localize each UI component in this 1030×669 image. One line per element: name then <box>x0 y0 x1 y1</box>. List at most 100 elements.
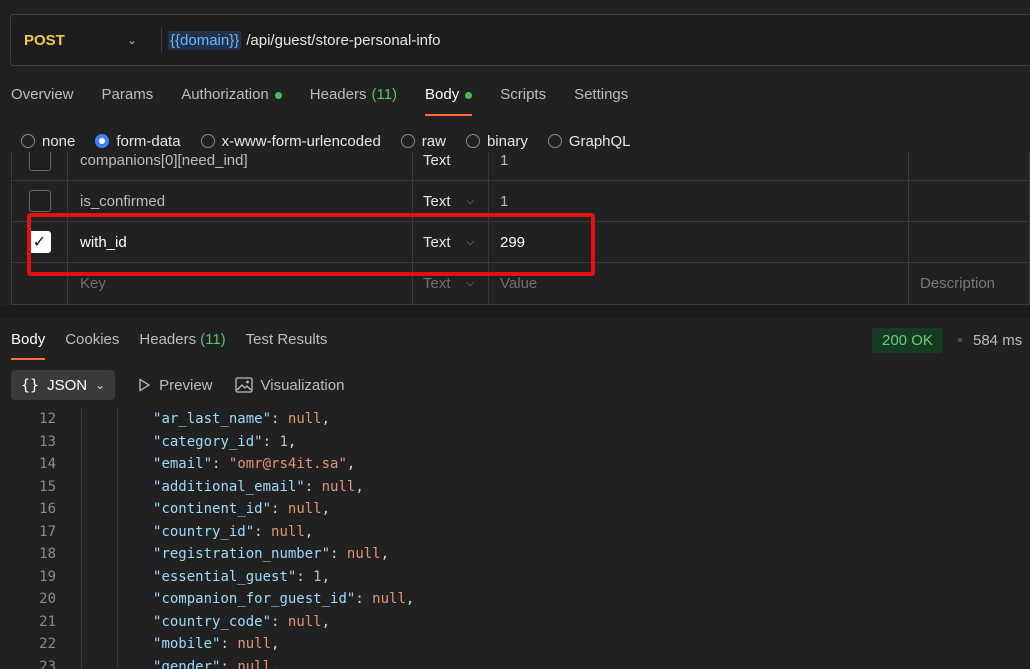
code-line: 16 "continent_id": null, <box>0 498 1030 521</box>
json-key: "additional_email" <box>153 478 305 495</box>
tab-scripts[interactable]: Scripts <box>500 86 546 116</box>
response-tabs: Body Cookies Headers (11) Test Results <box>11 331 347 360</box>
tab-label: Test Results <box>245 331 328 348</box>
tab-response-headers[interactable]: Headers (11) <box>139 331 225 360</box>
body-type-urlencoded[interactable]: x-www-form-urlencoded <box>200 133 381 150</box>
row-checkbox[interactable] <box>28 190 51 212</box>
braces-icon: {} <box>21 376 40 394</box>
code-text: "category_id": 1, <box>153 433 297 450</box>
description-cell[interactable] <box>909 181 1029 221</box>
line-number: 12 <box>39 411 56 428</box>
response-body-code[interactable]: 12 "ar_last_name": null, 13 "category_id": … <box>0 408 1030 669</box>
body-type-binary[interactable]: binary <box>465 132 528 150</box>
code-line: 12 "ar_last_name": null, <box>0 408 1030 431</box>
table-row: companions[0][need_ind] Text 1 <box>12 152 1029 181</box>
radio-button[interactable] <box>21 134 35 148</box>
tab-authorization[interactable]: Authorization <box>181 86 282 116</box>
json-value: null <box>346 546 381 563</box>
visualization-label: Visualization <box>260 376 345 394</box>
json-key: "continent_id" <box>153 501 272 518</box>
tab-response-body[interactable]: Body <box>11 331 46 360</box>
format-select[interactable]: {} JSON ⌄ <box>11 370 116 400</box>
url-input[interactable]: {{domain}} /api/guest/store-personal-inf… <box>168 30 441 50</box>
code-text: "mobile": null, <box>153 636 280 653</box>
radio-button[interactable] <box>200 134 215 148</box>
code-line: 21 "country_code": null, <box>0 611 1030 634</box>
code-line: 15 "additional_email": null, <box>0 476 1030 499</box>
line-number: 15 <box>39 478 56 495</box>
radio-button[interactable] <box>400 134 415 148</box>
radio-button[interactable] <box>547 134 562 148</box>
json-key: "gender" <box>153 658 221 669</box>
play-icon <box>139 378 151 392</box>
json-value: "omr@rs4it.sa" <box>228 456 347 473</box>
radio-label: binary <box>486 132 528 150</box>
line-number: 16 <box>39 501 56 518</box>
line-number: 21 <box>39 613 56 630</box>
code-text: "essential_guest": 1, <box>153 568 331 585</box>
json-value: null <box>271 523 305 540</box>
tab-headers[interactable]: Headers (11) <box>310 86 397 116</box>
status-badge[interactable]: 200 OK <box>872 328 943 353</box>
response-view-toolbar: {} JSON ⌄ Preview Visualization <box>11 370 344 400</box>
key-cell[interactable]: companions[0][need_ind] <box>68 152 413 180</box>
tab-count: (11) <box>200 331 226 348</box>
url-variable[interactable]: {{domain}} <box>168 30 242 50</box>
row-checkbox[interactable] <box>28 152 51 171</box>
description-cell[interactable] <box>909 222 1029 262</box>
request-tabs: Overview Params Authorization Headers (11… <box>11 86 656 116</box>
tab-label: Overview <box>11 86 74 103</box>
indicator-dot <box>274 92 282 99</box>
json-key: "country_code" <box>153 613 272 630</box>
method-select[interactable]: POST ⌄ <box>11 32 161 49</box>
json-value: null <box>321 478 356 495</box>
json-key: "email" <box>153 456 213 473</box>
chevron-down-icon: ⌵ <box>466 195 474 207</box>
json-value: 1 <box>279 433 288 450</box>
tab-body[interactable]: Body <box>425 86 473 116</box>
body-type-none[interactable]: none <box>21 133 75 150</box>
code-line: 13 "category_id": 1, <box>0 431 1030 454</box>
tab-label: Params <box>101 86 154 103</box>
tab-cookies[interactable]: Cookies <box>65 331 119 360</box>
tab-label: Body <box>11 331 46 348</box>
code-line: 23 "gender": null, <box>0 656 1030 669</box>
body-type-raw[interactable]: raw <box>400 133 446 150</box>
json-key: "ar_last_name" <box>153 411 272 428</box>
url-bar: POST ⌄ {{domain}} /api/guest/store-perso… <box>10 14 1030 66</box>
line-number: 14 <box>39 456 56 473</box>
json-value: null <box>237 658 272 669</box>
pane-divider[interactable] <box>0 305 1030 319</box>
type-select[interactable]: Text <box>413 152 489 180</box>
json-value: null <box>287 613 322 630</box>
code-text: "additional_email": null, <box>153 478 364 495</box>
json-value: 1 <box>313 568 322 585</box>
code-line: 22 "mobile": null, <box>0 633 1030 656</box>
radio-button[interactable] <box>95 134 110 148</box>
json-value: null <box>287 411 322 428</box>
radio-button[interactable] <box>465 134 480 148</box>
body-type-form-data[interactable]: form-data <box>95 133 181 150</box>
json-value: null <box>237 636 272 653</box>
code-lines: 12 "ar_last_name": null, 13 "category_id": … <box>0 408 1030 669</box>
description-placeholder[interactable]: Description <box>909 263 1029 304</box>
chevron-down-icon: ⌄ <box>95 378 106 392</box>
format-label: JSON <box>47 376 88 394</box>
description-cell[interactable] <box>909 152 1029 180</box>
code-text: "ar_last_name": null, <box>153 411 331 428</box>
url-path: /api/guest/store-personal-info <box>246 31 441 49</box>
response-time[interactable]: 584 ms <box>973 332 1022 349</box>
type-label: Text <box>423 192 451 210</box>
body-type-graphql[interactable]: GraphQL <box>547 133 631 150</box>
value-cell[interactable]: 1 <box>489 152 909 180</box>
json-value: null <box>372 591 406 608</box>
tab-overview[interactable]: Overview <box>11 86 74 116</box>
tab-settings[interactable]: Settings <box>574 86 628 116</box>
tab-test-results[interactable]: Test Results <box>246 331 328 360</box>
preview-button[interactable]: Preview <box>137 377 213 394</box>
tab-params[interactable]: Params <box>102 86 154 116</box>
visualization-button[interactable]: Visualization <box>234 376 345 394</box>
code-line: 19 "essential_guest": 1, <box>0 566 1030 589</box>
tab-count: (11) <box>371 86 398 103</box>
chevron-down-icon: ⌵ <box>466 278 474 289</box>
